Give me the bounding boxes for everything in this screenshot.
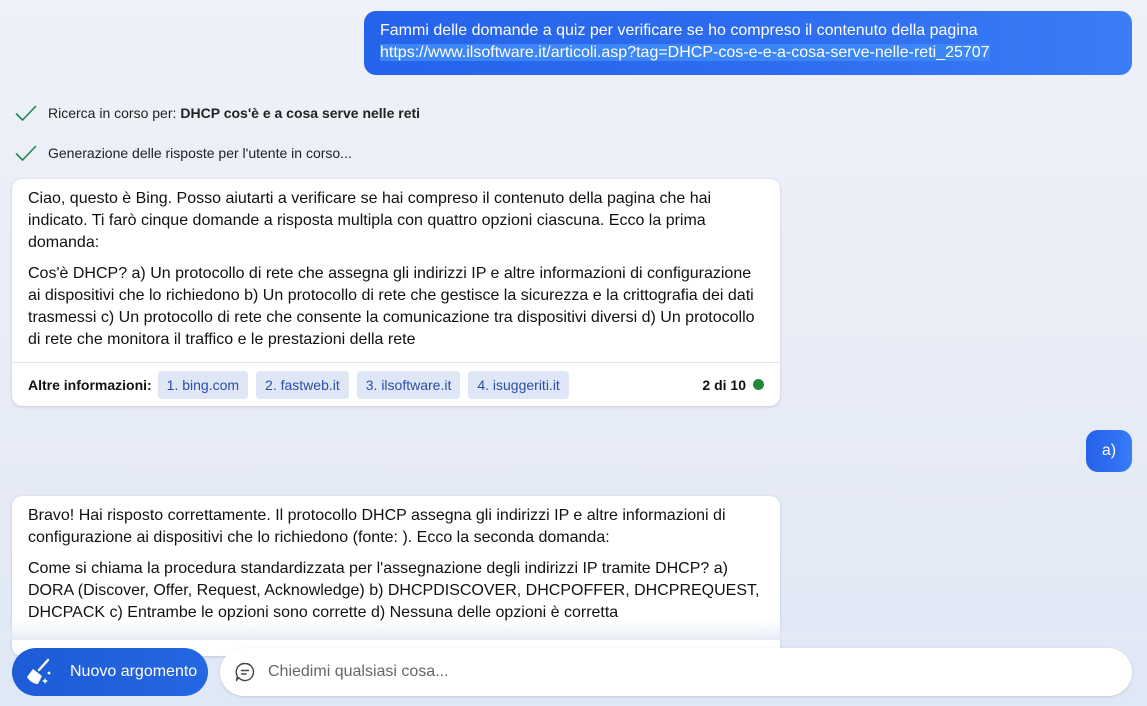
- ask-box[interactable]: [220, 648, 1132, 696]
- source-link-bing[interactable]: 1. bing.com: [157, 370, 249, 399]
- source-link-isuggeriti[interactable]: 4. isuggeriti.it: [468, 370, 569, 399]
- status-dot-icon: [753, 379, 764, 390]
- check-icon: [15, 145, 37, 162]
- bot-paragraph-question: Cos'è DHCP? a) Un protocollo di rete che…: [28, 265, 755, 348]
- turn-counter: 2 di 10: [702, 374, 764, 396]
- source-link-fastweb[interactable]: 2. fastweb.it: [256, 370, 349, 399]
- user-message-answer: a): [1086, 430, 1132, 472]
- chat-bubble-icon: [235, 662, 255, 682]
- scroll-fade: [0, 620, 1147, 640]
- bot-response-card: Ciao, questo è Bing. Posso aiutarti a ve…: [12, 179, 780, 406]
- user-message-quiz-request: Fammi delle domande a quiz per verificar…: [364, 11, 1132, 75]
- status-search-prefix: Ricerca in corso per:: [48, 105, 177, 121]
- more-info-label: Altre informazioni:: [28, 376, 152, 393]
- user-message-url: https://www.ilsoftware.it/articoli.asp?t…: [380, 44, 990, 61]
- turn-counter-text: 2 di 10: [702, 376, 746, 393]
- status-generating: Generazione delle risposte per l'utente …: [14, 141, 352, 165]
- user-answer-text: a): [1101, 442, 1117, 459]
- input-bar: Nuovo argomento: [0, 640, 1147, 706]
- status-generating-text: Generazione delle risposte per l'utente …: [48, 145, 352, 161]
- status-search-query: DHCP cos'è e a cosa serve nelle reti: [180, 105, 421, 121]
- check-icon: [15, 105, 37, 122]
- chat-input[interactable]: [268, 663, 1088, 681]
- user-message-text: Fammi delle domande a quiz per verificar…: [380, 22, 978, 39]
- source-link-ilsoftware[interactable]: 3. ilsoftware.it: [356, 370, 461, 399]
- bot-paragraph: Bravo! Hai risposto correttamente. Il pr…: [28, 507, 726, 546]
- bot-paragraph: Ciao, questo è Bing. Posso aiutarti a ve…: [28, 190, 712, 251]
- new-topic-button[interactable]: Nuovo argomento: [12, 648, 208, 696]
- new-topic-label: Nuovo argomento: [70, 663, 198, 680]
- bot-paragraph-question: Come si chiama la procedura standardizza…: [28, 560, 760, 621]
- status-search: Ricerca in corso per: DHCP cos'è e a cos…: [14, 101, 420, 125]
- broom-icon: [27, 658, 51, 684]
- sources-footer: Altre informazioni: 1. bing.com 2. fastw…: [12, 362, 780, 406]
